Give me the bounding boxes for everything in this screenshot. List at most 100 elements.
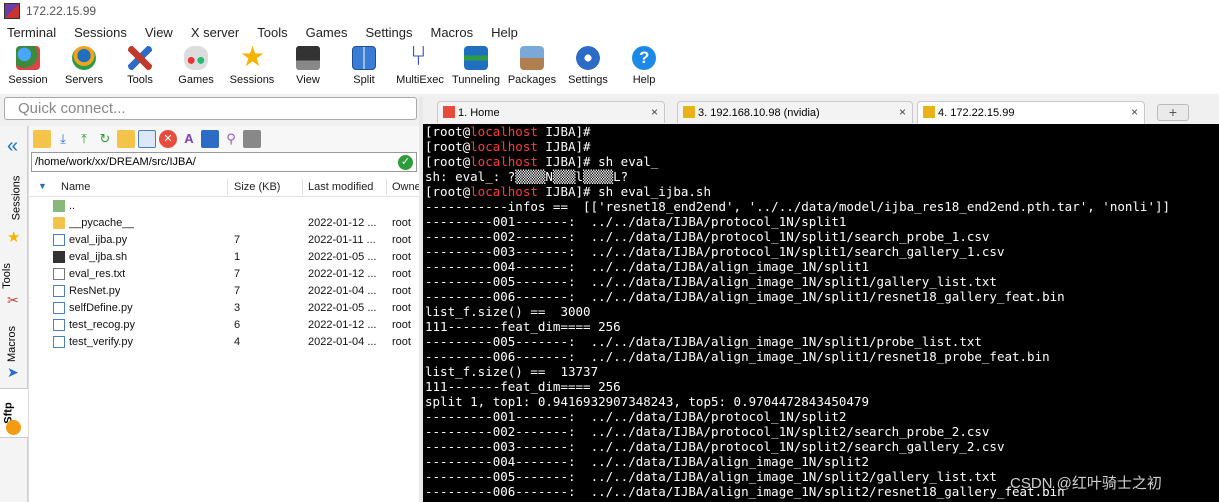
new-folder-icon[interactable] xyxy=(117,130,135,148)
file-owner: root xyxy=(392,251,411,263)
menu-sessions[interactable]: Sessions xyxy=(67,25,135,40)
file-row[interactable]: test_verify.py 4 2022-01-04 ... root xyxy=(29,334,420,351)
file-name: __pycache__ xyxy=(69,217,135,229)
file-owner: root xyxy=(392,302,411,314)
terminal-line: ---------002-------: ../../data/IJBA/pro… xyxy=(425,229,990,244)
sessions-button[interactable]: Sessions xyxy=(224,40,280,94)
settings-button[interactable]: Settings xyxy=(560,42,616,94)
star-icon: ★ xyxy=(7,229,21,246)
view-button-label: View xyxy=(296,74,320,86)
terminal-line: [root@localhost IJBA]# xyxy=(425,139,1219,154)
close-icon[interactable]: × xyxy=(899,105,906,119)
tab-home-label: 1. Home xyxy=(458,107,500,119)
tunneling-button[interactable]: Tunneling xyxy=(448,42,504,94)
parent-folder-icon[interactable] xyxy=(33,130,51,148)
menu-x-server[interactable]: X server xyxy=(184,25,247,40)
refresh-icon[interactable]: ↻ xyxy=(96,130,114,148)
close-icon[interactable]: × xyxy=(651,105,658,119)
menu-help[interactable]: Help xyxy=(484,25,526,40)
permissions-icon[interactable] xyxy=(201,130,219,148)
follow-terminal-icon[interactable]: ⚲ xyxy=(222,130,240,148)
packages-button[interactable]: Packages xyxy=(504,42,560,94)
file-row[interactable]: selfDefine.py 3 2022-01-05 ... root xyxy=(29,300,420,317)
menu-terminal[interactable]: Terminal xyxy=(0,25,64,40)
split-button[interactable]: Split xyxy=(336,42,392,94)
file-row[interactable]: test_recog.py 6 2022-01-12 ... root xyxy=(29,317,420,334)
star-icon xyxy=(240,40,265,73)
prompt-user: [root@ xyxy=(425,184,471,199)
file-list: .. __pycache__ 2022-01-12 ... root eval_ij… xyxy=(29,198,420,351)
menu-tools[interactable]: Tools xyxy=(250,25,295,40)
settings-icon xyxy=(576,46,600,70)
prompt-user: [root@ xyxy=(425,154,471,169)
file-row[interactable]: __pycache__ 2022-01-12 ... root xyxy=(29,215,420,232)
tools-button[interactable]: Tools xyxy=(112,42,168,94)
python-file-icon xyxy=(53,234,65,246)
tab-192-168-10-98[interactable]: 3. 192.168.10.98 (nvidia) × xyxy=(677,101,913,123)
view-button[interactable]: View xyxy=(280,42,336,94)
file-name: test_verify.py xyxy=(69,336,133,348)
quick-connect-input[interactable]: Quick connect... xyxy=(4,97,417,120)
column-owner[interactable]: Owner xyxy=(392,181,420,193)
file-row[interactable]: eval_ijba.py 7 2022-01-11 ... root xyxy=(29,232,420,249)
file-name: eval_res.txt xyxy=(69,268,126,280)
multiexec-button[interactable]: MultiExec xyxy=(392,40,448,94)
file-owner: root xyxy=(392,285,411,297)
menu-view[interactable]: View xyxy=(138,25,181,40)
file-modified: 2022-01-12 ... xyxy=(308,217,377,229)
file-modified: 2022-01-04 ... xyxy=(308,285,377,297)
file-size: 7 xyxy=(234,268,241,280)
file-modified: 2022-01-11 ... xyxy=(308,234,376,246)
file-size: 4 xyxy=(234,336,241,348)
close-icon[interactable]: × xyxy=(1131,105,1138,119)
new-file-icon[interactable] xyxy=(138,130,156,148)
column-last-modified[interactable]: Last modified xyxy=(308,181,373,193)
download-icon[interactable]: ⤓ xyxy=(54,130,72,148)
python-file-icon xyxy=(53,285,65,297)
tab-172-22-15-99[interactable]: 4. 172.22.15.99 × xyxy=(917,101,1145,124)
column-size[interactable]: Size (KB) xyxy=(234,181,280,193)
sftp-path-input[interactable]: /home/work/xx/DREAM/src/IJBA/ ✓ xyxy=(31,152,417,172)
file-size: 7 xyxy=(234,234,241,246)
tunneling-icon xyxy=(464,46,488,70)
file-modified: 2022-01-04 ... xyxy=(308,336,377,348)
sftp-path-text: /home/work/xx/DREAM/src/IJBA/ xyxy=(35,156,196,168)
prompt-user: [root@ xyxy=(425,139,471,154)
shell-script-icon xyxy=(53,251,65,263)
file-row[interactable]: .. xyxy=(29,198,420,215)
delete-icon[interactable]: ✕ xyxy=(159,130,177,148)
ssh-key-icon xyxy=(923,106,935,118)
terminal-line: ---------003-------: ../../data/IJBA/pro… xyxy=(425,439,1005,454)
prompt-host: localhost xyxy=(470,124,538,139)
file-row[interactable]: ResNet.py 7 2022-01-04 ... root xyxy=(29,283,420,300)
terminal-output[interactable]: [root@localhost IJBA]# [root@localhost IJ… xyxy=(423,124,1219,502)
servers-button[interactable]: Servers xyxy=(56,42,112,94)
terminal-line: ---------006-------: ../../data/IJBA/ali… xyxy=(425,289,1065,304)
session-button[interactable]: Session xyxy=(0,42,56,94)
menu-macros[interactable]: Macros xyxy=(423,25,481,40)
side-tab-sessions[interactable]: Sessions xyxy=(0,170,28,230)
session-button-label: Session xyxy=(8,74,48,86)
tab-192-168-10-98-label: 3. 192.168.10.98 (nvidia) xyxy=(698,107,820,119)
file-row[interactable]: eval_res.txt 7 2022-01-12 ... root xyxy=(29,266,420,283)
file-row[interactable]: eval_ijba.sh 1 2022-01-05 ... root xyxy=(29,249,420,266)
column-name[interactable]: Name xyxy=(61,181,90,193)
terminal-icon[interactable] xyxy=(243,130,261,148)
terminal-line: ---------004-------: ../../data/IJBA/ali… xyxy=(425,259,870,274)
terminal-line: ---------006-------: ../../data/IJBA/ali… xyxy=(425,349,1050,364)
menu-games[interactable]: Games xyxy=(299,25,356,40)
ssh-key-icon xyxy=(683,106,695,118)
tab-home[interactable]: 1. Home × xyxy=(437,101,665,123)
menu-settings[interactable]: Settings xyxy=(359,25,421,40)
rename-icon[interactable]: A xyxy=(180,130,198,148)
collapse-sidebar-icon[interactable]: « xyxy=(7,136,18,156)
packages-icon xyxy=(520,46,544,70)
check-icon[interactable]: ✓ xyxy=(398,155,413,170)
new-tab-button[interactable]: + xyxy=(1157,104,1189,121)
help-button[interactable]: Help xyxy=(616,42,672,94)
file-name: selfDefine.py xyxy=(69,302,133,314)
sftp-panel: ⤓ ⤒ ↻ ✕ A ⚲ /home/work/xx/DREAM/src/IJBA… xyxy=(28,126,420,502)
file-name: eval_ijba.py xyxy=(69,234,128,246)
upload-icon[interactable]: ⤒ xyxy=(75,130,93,148)
games-button[interactable]: Games xyxy=(168,42,224,94)
